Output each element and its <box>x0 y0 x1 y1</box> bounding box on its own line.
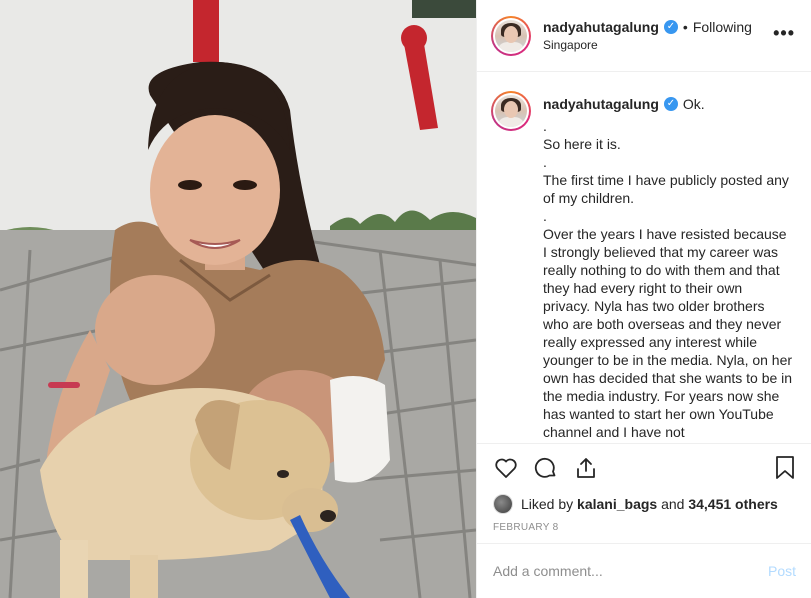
post-comment-button[interactable]: Post <box>768 563 796 579</box>
liker-avatar[interactable] <box>493 494 513 514</box>
caption-line: The first time I have publicly posted an… <box>543 172 789 206</box>
post-side-panel: nadyahutagalung ✓ • Following Singapore … <box>476 0 811 598</box>
avatar-image <box>495 19 527 52</box>
caption-line: So here it is. <box>543 136 621 152</box>
post-username[interactable]: nadyahutagalung <box>543 19 659 35</box>
comment-icon[interactable] <box>533 455 559 481</box>
comment-input[interactable] <box>493 563 768 579</box>
post-photo[interactable] <box>0 0 476 598</box>
caption-line: . <box>543 208 547 224</box>
caption-username[interactable]: nadyahutagalung <box>543 95 659 113</box>
post-header: nadyahutagalung ✓ • Following Singapore … <box>477 0 811 72</box>
location-link[interactable]: Singapore <box>543 38 752 52</box>
verified-badge-icon: ✓ <box>663 97 678 111</box>
actions-section: Liked by kalani_bags and 34,451 others F… <box>477 443 811 533</box>
heart-icon[interactable] <box>493 455 519 481</box>
photo-illustration <box>0 0 476 598</box>
header-info: nadyahutagalung ✓ • Following Singapore <box>543 19 752 52</box>
caption-line: Over the years I have resisted because I… <box>543 226 793 440</box>
caption-area[interactable]: nadyahutagalung ✓ Ok. . So here it is. .… <box>477 73 811 443</box>
action-icons <box>477 444 811 492</box>
post-date[interactable]: February 8 <box>477 516 811 533</box>
caption-text: nadyahutagalung ✓ Ok. . So here it is. .… <box>543 91 793 441</box>
verified-badge-icon: ✓ <box>663 20 678 34</box>
likes-prefix: Liked by <box>521 496 574 512</box>
likes-middle: and <box>661 496 685 512</box>
caption-avatar[interactable] <box>491 91 531 131</box>
caption-avatar-image <box>495 95 527 127</box>
share-icon[interactable] <box>573 455 599 481</box>
comment-bar: Post <box>477 543 811 598</box>
liker-username[interactable]: kalani_bags <box>577 496 657 512</box>
caption-line: . <box>543 154 547 170</box>
avatar[interactable] <box>491 15 531 56</box>
caption-first-line: Ok. <box>682 96 705 112</box>
likes-summary: Liked by kalani_bags and 34,451 others <box>477 492 811 516</box>
likes-others-link[interactable]: 34,451 others <box>688 496 778 512</box>
separator-dot: • <box>682 19 688 35</box>
caption-line: . <box>543 118 547 134</box>
following-button[interactable]: Following <box>693 19 752 35</box>
more-options-button[interactable]: ••• <box>773 24 795 42</box>
bookmark-icon[interactable] <box>774 455 798 481</box>
